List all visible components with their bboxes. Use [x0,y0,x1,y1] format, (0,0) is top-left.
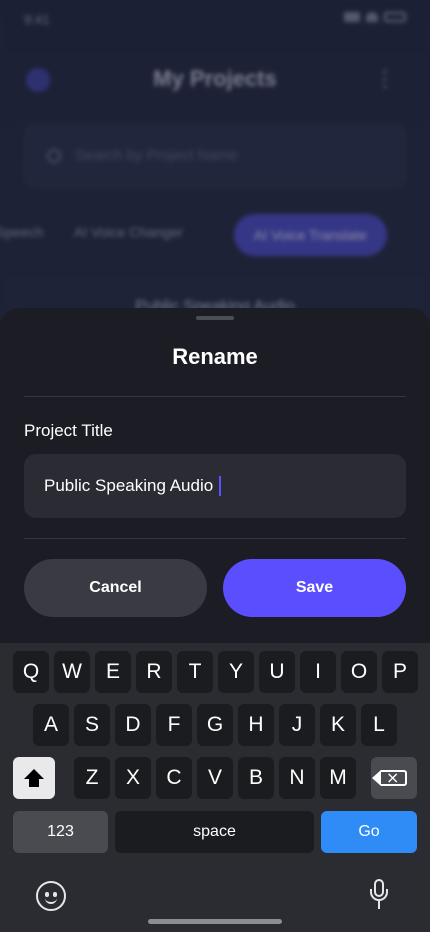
status-time: 9:41 [24,12,50,27]
key-f[interactable]: F [156,704,192,746]
search-bar: Search by Project Name [24,124,406,188]
key-e[interactable]: E [95,651,131,693]
key-r[interactable]: R [136,651,172,693]
key-z[interactable]: Z [74,757,110,799]
mic-stand [378,901,380,909]
go-key[interactable]: Go [321,811,417,853]
text-caret [219,476,222,496]
key-w[interactable]: W [54,651,90,693]
project-title-input[interactable]: Public Speaking Audio [24,454,406,518]
tab-voice-changer: AI Voice Changer [74,224,183,240]
status-icons [344,12,406,22]
key-m[interactable]: M [320,757,356,799]
wifi-icon [366,12,378,22]
key-j[interactable]: J [279,704,315,746]
tab-voice-translate: AI Voice Translate [234,214,387,256]
microphone-icon[interactable] [370,879,388,911]
sheet-drag-handle[interactable] [196,316,234,320]
cancel-button[interactable]: Cancel [24,559,207,617]
key-x[interactable]: X [115,757,151,799]
key-d[interactable]: D [115,704,151,746]
key-l[interactable]: L [361,704,397,746]
shift-icon [24,769,44,787]
key-v[interactable]: V [197,757,233,799]
key-o[interactable]: O [341,651,377,693]
signal-icon [344,12,360,22]
search-icon [47,149,61,163]
save-button[interactable]: Save [223,559,406,617]
key-t[interactable]: T [177,651,213,693]
key-k[interactable]: K [320,704,356,746]
shift-key[interactable] [13,757,55,799]
space-key[interactable]: space [115,811,314,853]
search-placeholder: Search by Project Name [75,147,238,164]
field-label: Project Title [24,421,113,440]
home-indicator[interactable] [148,919,282,924]
more-icon: ⋮ [374,66,396,91]
divider [24,538,406,539]
key-c[interactable]: C [156,757,192,799]
app-header: My Projects ⋮ [0,58,430,102]
key-u[interactable]: U [259,651,295,693]
key-g[interactable]: G [197,704,233,746]
emoji-mouth [45,897,57,904]
key-y[interactable]: Y [218,651,254,693]
status-bar: 9:41 [0,0,430,44]
sheet-title: Rename [172,344,258,369]
rename-sheet: Rename Project Title Public Speaking Aud… [0,308,430,643]
tab-speech: Speech [0,224,44,240]
key-a[interactable]: A [33,704,69,746]
key-h[interactable]: H [238,704,274,746]
divider [24,396,406,397]
key-i[interactable]: I [300,651,336,693]
emoji-icon[interactable] [36,881,66,911]
keyboard: Q W E R T Y U I O P A S D F G H J K L Z … [0,643,430,932]
mic-cup [370,889,388,901]
backspace-key[interactable] [371,757,417,799]
project-title-value: Public Speaking Audio [44,476,214,495]
key-p[interactable]: P [382,651,418,693]
category-tabs: Speech AI Voice Changer AI Voice Transla… [0,212,430,256]
backspace-icon [372,768,407,787]
numbers-key[interactable]: 123 [13,811,108,853]
key-n[interactable]: N [279,757,315,799]
page-title: My Projects [153,66,277,91]
key-q[interactable]: Q [13,651,49,693]
battery-icon [384,12,406,22]
key-b[interactable]: B [238,757,274,799]
key-s[interactable]: S [74,704,110,746]
